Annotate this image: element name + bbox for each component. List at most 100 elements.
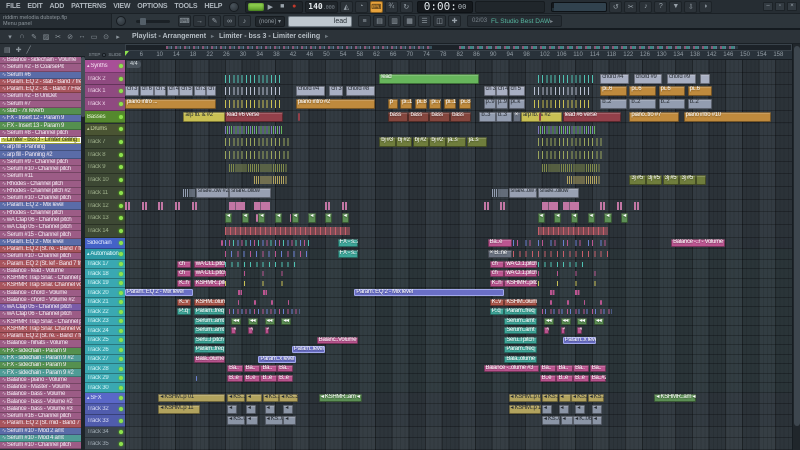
clip-ticks[interactable] (534, 87, 592, 95)
playlist-clip[interactable]: Ba..#2 (590, 375, 606, 382)
track-mute-led[interactable] (119, 367, 123, 371)
playlist-clip[interactable]: K..h (490, 280, 504, 287)
playlist-clip[interactable]: ∿ (265, 327, 270, 334)
track-mute-led[interactable] (119, 229, 123, 233)
clip-block[interactable] (550, 300, 552, 305)
playlist-clip[interactable]: b..2 (600, 99, 627, 109)
track-mute-led[interactable] (119, 419, 123, 423)
playlist-clip[interactable]: Param..freq (504, 308, 537, 315)
playlist-clip[interactable]: ◂ (246, 394, 262, 402)
playlist-clip[interactable]: ja..s (467, 137, 487, 147)
clip-ticks[interactable] (254, 202, 270, 210)
clip-ticks[interactable] (175, 202, 180, 210)
playlist-clip[interactable]: p..9 (484, 99, 496, 109)
grid-row[interactable] (125, 200, 792, 213)
clip-ticks[interactable] (342, 202, 347, 210)
pattern-item[interactable]: ∿Balance - lead - Volume (0, 268, 81, 275)
playlist-clip[interactable]: ◂ KS..3 (542, 394, 558, 402)
sync-icon[interactable]: ↺ (609, 1, 622, 13)
clip-ticks[interactable] (538, 271, 613, 276)
playlist-clip[interactable]: b..2 (688, 99, 713, 109)
playlist-clip[interactable]: piano intro #10 (684, 112, 771, 122)
playlist-clip[interactable]: ◂ (227, 405, 237, 414)
pattern-item[interactable]: ∿wA Clap 05 - Channel pitch (0, 224, 81, 231)
menu-item-patterns[interactable]: PATTERNS (68, 2, 109, 11)
track-header[interactable]: Track 17 (85, 260, 125, 270)
pattern-item[interactable]: ∿Serum #2 - B CoarsePit (0, 64, 81, 71)
track-mute-led[interactable] (119, 430, 123, 434)
playlist-clip[interactable]: ◂ (342, 213, 349, 223)
pattern-item[interactable]: ∿Serum #7 (0, 101, 81, 108)
pattern-item[interactable]: ∿Serum #10 - Mod 2 amt (0, 428, 81, 435)
playlist-clip[interactable]: ◂◂ (231, 318, 241, 325)
playlist-clip[interactable]: pi..6 (688, 86, 713, 96)
playlist-clip[interactable]: b..2 (659, 99, 686, 109)
playlist-clip[interactable]: K..v (177, 299, 191, 306)
maximize-button[interactable]: ▫ (775, 2, 785, 11)
playlist-clip[interactable]: chord #9 (667, 74, 696, 84)
clip-ticks[interactable] (545, 309, 612, 314)
tip-bar[interactable]: 02/03 FL Studio Best DAW ▸ (467, 15, 562, 27)
playlist-clip[interactable]: bass (408, 112, 428, 122)
menu-item-add[interactable]: ADD (47, 2, 68, 11)
time-display[interactable]: 0:00:00 (417, 1, 474, 13)
playlist-clip[interactable]: B..e (277, 375, 293, 382)
pattern-item[interactable]: ∿FX - sidechain - Param 9 (0, 362, 81, 369)
grid-row[interactable] (125, 404, 792, 416)
grid-row[interactable] (125, 415, 792, 427)
group-header-sidechain[interactable]: Sidechain (85, 238, 125, 249)
pattern-item[interactable]: ∿Serum #10 - Mod 4 amt (0, 435, 81, 442)
pattern-item[interactable]: ∿Balance - piano - Volume (0, 377, 81, 384)
playlist-clip[interactable]: bass (429, 112, 449, 122)
track-header[interactable]: Track 8 (85, 149, 125, 162)
pattern-item[interactable]: ∿Param. EQ 2 (St. re. - Band 7 freq (0, 333, 81, 340)
pattern-song-switch[interactable] (248, 3, 264, 11)
playlist-clip[interactable]: × (513, 112, 521, 122)
pattern-item[interactable]: ∿Serum #10 - Channel pitch (0, 253, 81, 260)
clip-block[interactable] (271, 300, 273, 305)
playlist-clip[interactable]: arp fb. & #2 (183, 112, 224, 122)
playlist-clip[interactable]: 3j #5 (663, 175, 679, 185)
playlist-clip[interactable]: Seru..l pitch (194, 337, 225, 344)
collapse-arrow-icon[interactable]: ▴ (87, 63, 89, 69)
menu-item-edit[interactable]: EDIT (24, 2, 45, 11)
playlist-clip[interactable]: chord #4 (600, 74, 629, 84)
grid-row[interactable] (125, 438, 792, 450)
tap-tempo-icon[interactable]: ≡ (358, 15, 371, 27)
playlist-clip[interactable]: ch 5 (179, 86, 193, 96)
grid-row[interactable] (125, 374, 792, 384)
track-mute-led[interactable] (119, 291, 123, 295)
playlist-clip[interactable]: b..3 (479, 112, 495, 122)
playlist-clip[interactable]: ◂ (538, 213, 545, 223)
clip-ticks[interactable] (225, 100, 283, 108)
track-mute-led[interactable] (119, 216, 123, 220)
playlist-clip[interactable]: piano..tro #7 (629, 112, 679, 122)
group-header-automations[interactable]: ▴Automations (85, 249, 125, 260)
plugin-picker-icon[interactable]: ✚ (448, 15, 461, 27)
playlist-clip[interactable]: ◂ (325, 213, 332, 223)
grid-row[interactable] (125, 307, 792, 317)
playlist-clip[interactable]: Ba.. (573, 365, 589, 372)
collapse-arrow-icon[interactable]: ▴ (87, 251, 89, 257)
track-mute-led[interactable] (119, 357, 123, 361)
clip-ticks[interactable] (229, 202, 245, 210)
grid-row[interactable] (125, 162, 792, 175)
track-mute-led[interactable] (119, 348, 123, 352)
clip-ticks[interactable] (229, 164, 287, 172)
track-header[interactable]: Track 35 (85, 438, 125, 450)
playlist-toggle-icon[interactable]: ▤ (373, 15, 386, 27)
pattern-item[interactable]: ∿FX - sidechain - Param 9 #2 (0, 369, 81, 376)
pattern-item[interactable]: ∿stab - 7x reverb (0, 108, 81, 115)
playlist-clip[interactable]: Balanc..Volume (317, 337, 358, 344)
mixer-toggle-icon[interactable]: ☰ (418, 15, 431, 27)
clip-ticks[interactable] (233, 309, 300, 314)
track-mute-led[interactable] (119, 262, 123, 266)
pattern-item[interactable]: ∿Balance - bass - Volume #2 (0, 398, 81, 405)
playlist-clip[interactable]: ◂ KSHMR..am ◂ (654, 394, 695, 402)
clip-ticks[interactable] (542, 202, 558, 210)
pattern-item[interactable]: ∿KSHMR Trap Snar. - Channel pitch (0, 275, 81, 282)
play-button[interactable]: ▶ (264, 3, 276, 11)
pattern-item[interactable]: ∿FX - sidechain - Param 9 #2 (0, 355, 81, 362)
clip-block[interactable] (288, 300, 290, 305)
clip-ticks[interactable] (538, 281, 613, 286)
